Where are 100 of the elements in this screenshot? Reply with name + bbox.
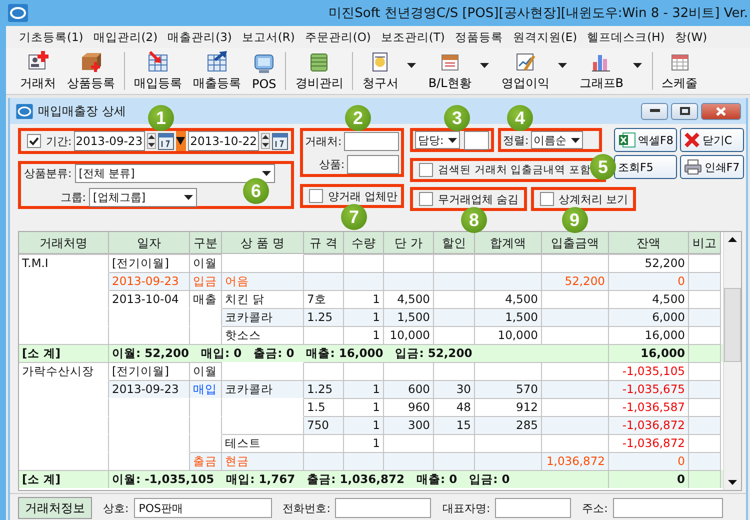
column-header[interactable]: 합계액: [475, 232, 542, 254]
checkbox[interactable]: [540, 192, 554, 206]
price-cell: 600: [384, 380, 434, 398]
partner-field[interactable]: [344, 132, 399, 150]
menu-item[interactable]: 기초등록(1): [14, 30, 88, 44]
column-header[interactable]: 일자: [109, 232, 190, 254]
total-cell: 285: [475, 416, 542, 434]
toolbar-button[interactable]: 영업이익: [496, 49, 554, 93]
action-button[interactable]: 닫기C: [680, 128, 744, 152]
sort-dropdown[interactable]: 이름순: [530, 131, 583, 149]
spin-button[interactable]: [261, 133, 270, 149]
menu-item[interactable]: 보조관리(T): [376, 30, 450, 44]
column-header[interactable]: 거래처명: [19, 232, 109, 254]
maximize-button[interactable]: [671, 102, 698, 120]
action-button[interactable]: 인쇄F7: [680, 155, 744, 179]
product-cell: 현금: [222, 452, 304, 470]
menu-item[interactable]: 창(W): [670, 30, 712, 44]
type-cell: 입금: [190, 272, 222, 290]
toolbar-button[interactable]: B/L현황: [423, 49, 476, 93]
toolbar-button[interactable]: 거래처: [15, 49, 61, 93]
column-header[interactable]: 규 격: [304, 232, 344, 254]
subtotal-label: [소 계]: [19, 470, 109, 488]
close-icon: [684, 132, 700, 148]
checkbox[interactable]: [419, 192, 433, 206]
total-cell: 10,000: [475, 326, 542, 344]
dropdown-arrow-icon[interactable]: [407, 62, 416, 68]
column-header[interactable]: 단 가: [384, 232, 434, 254]
spin-arrows-icon: [262, 134, 269, 148]
manager-field[interactable]: [464, 130, 489, 150]
table-arrow-icon: [205, 50, 229, 74]
menu-item[interactable]: 원격지원(E): [508, 30, 582, 44]
balance-cell: -1,035,675: [609, 380, 689, 398]
input-field[interactable]: [335, 498, 432, 518]
input-field[interactable]: POS판매: [134, 498, 272, 518]
menu-item[interactable]: 보고서(R): [236, 30, 300, 44]
toolbar-button[interactable]: POS: [247, 50, 282, 92]
scrollbar[interactable]: [723, 232, 741, 490]
column-header[interactable]: 비고: [689, 232, 721, 254]
column-header[interactable]: 구분: [190, 232, 222, 254]
menu-item[interactable]: 매입관리(2): [88, 30, 163, 44]
amount-cell: 1,036,872: [542, 452, 609, 470]
table-cell: [542, 308, 609, 326]
partner-info-button[interactable]: 거래처정보: [18, 497, 92, 519]
field-label: 상호:: [103, 500, 129, 516]
toolbar-button[interactable]: 상품등록: [62, 49, 120, 93]
app-logo-icon: [16, 104, 33, 118]
action-button[interactable]: 엑셀F8: [614, 128, 678, 152]
number-badge: 6: [243, 178, 269, 204]
menu-item[interactable]: 주문관리(O): [300, 30, 376, 44]
action-button[interactable]: 조회F5: [614, 155, 678, 179]
table-cell: [689, 470, 721, 488]
column-header[interactable]: 상 품 명: [222, 232, 304, 254]
partner-cell: T.M.I: [19, 254, 109, 272]
toolbar-button[interactable]: 청구서: [357, 49, 404, 93]
date-field[interactable]: 2013-09-23: [74, 131, 145, 151]
minimize-icon: [650, 109, 660, 113]
group-dropdown[interactable]: [업체그룹]: [89, 188, 197, 206]
toolbar-button[interactable]: 경비관리: [290, 49, 348, 93]
toolbar-button[interactable]: 매입등록: [129, 49, 187, 93]
product-cell: 코카콜라: [222, 308, 304, 326]
close-button[interactable]: [701, 102, 741, 120]
maximize-icon: [680, 107, 690, 115]
toolbar-button[interactable]: 스케줄: [656, 49, 703, 93]
column-header[interactable]: 잔액: [609, 232, 689, 254]
table-cell: [304, 452, 344, 470]
spin-button[interactable]: [146, 133, 156, 149]
menu-item[interactable]: 헬프데스크(H): [582, 30, 670, 44]
toolbar-button[interactable]: 매출등록: [188, 49, 246, 93]
column-header[interactable]: 할인: [434, 232, 475, 254]
checkbox-label: 검색된 거래처 입출금내역 포함: [438, 163, 592, 177]
category-dropdown[interactable]: [전체 분류]: [74, 164, 275, 182]
manager-dropdown[interactable]: 담당:: [415, 131, 460, 149]
minimize-button[interactable]: [641, 102, 668, 120]
field-label: 전화번호:: [282, 500, 330, 516]
column-header[interactable]: 입출금액: [542, 232, 609, 254]
dropdown-arrow-icon[interactable]: [480, 62, 490, 68]
spec-cell: 750: [304, 416, 344, 434]
calendar-icon[interactable]: [158, 132, 174, 150]
dropdown-arrow-icon[interactable]: [632, 62, 642, 68]
table-cell: [542, 326, 609, 344]
field-label: 대표자명:: [442, 500, 490, 516]
input-field[interactable]: [495, 498, 572, 518]
table-cell: [384, 272, 434, 290]
checkbox[interactable]: [419, 163, 433, 177]
table-cell: [689, 272, 721, 290]
calendar-icon[interactable]: [272, 132, 288, 150]
menu-item[interactable]: 정품등록: [450, 30, 508, 44]
scroll-thumb[interactable]: [724, 288, 741, 362]
dropdown-arrow-icon: [448, 138, 457, 142]
input-field[interactable]: [612, 498, 723, 518]
table-cell: [689, 416, 721, 434]
toolbar-button[interactable]: 그래프B: [574, 49, 629, 93]
checkbox[interactable]: [309, 189, 323, 203]
column-header[interactable]: 수량: [344, 232, 384, 254]
period-checkbox[interactable]: [27, 134, 41, 148]
dropdown-arrow-icon[interactable]: [558, 62, 568, 68]
product-field[interactable]: [346, 154, 399, 174]
monitor-icon: [252, 52, 276, 76]
date-field[interactable]: 2013-10-22: [188, 131, 259, 151]
menu-item[interactable]: 매출관리(3): [162, 30, 237, 44]
